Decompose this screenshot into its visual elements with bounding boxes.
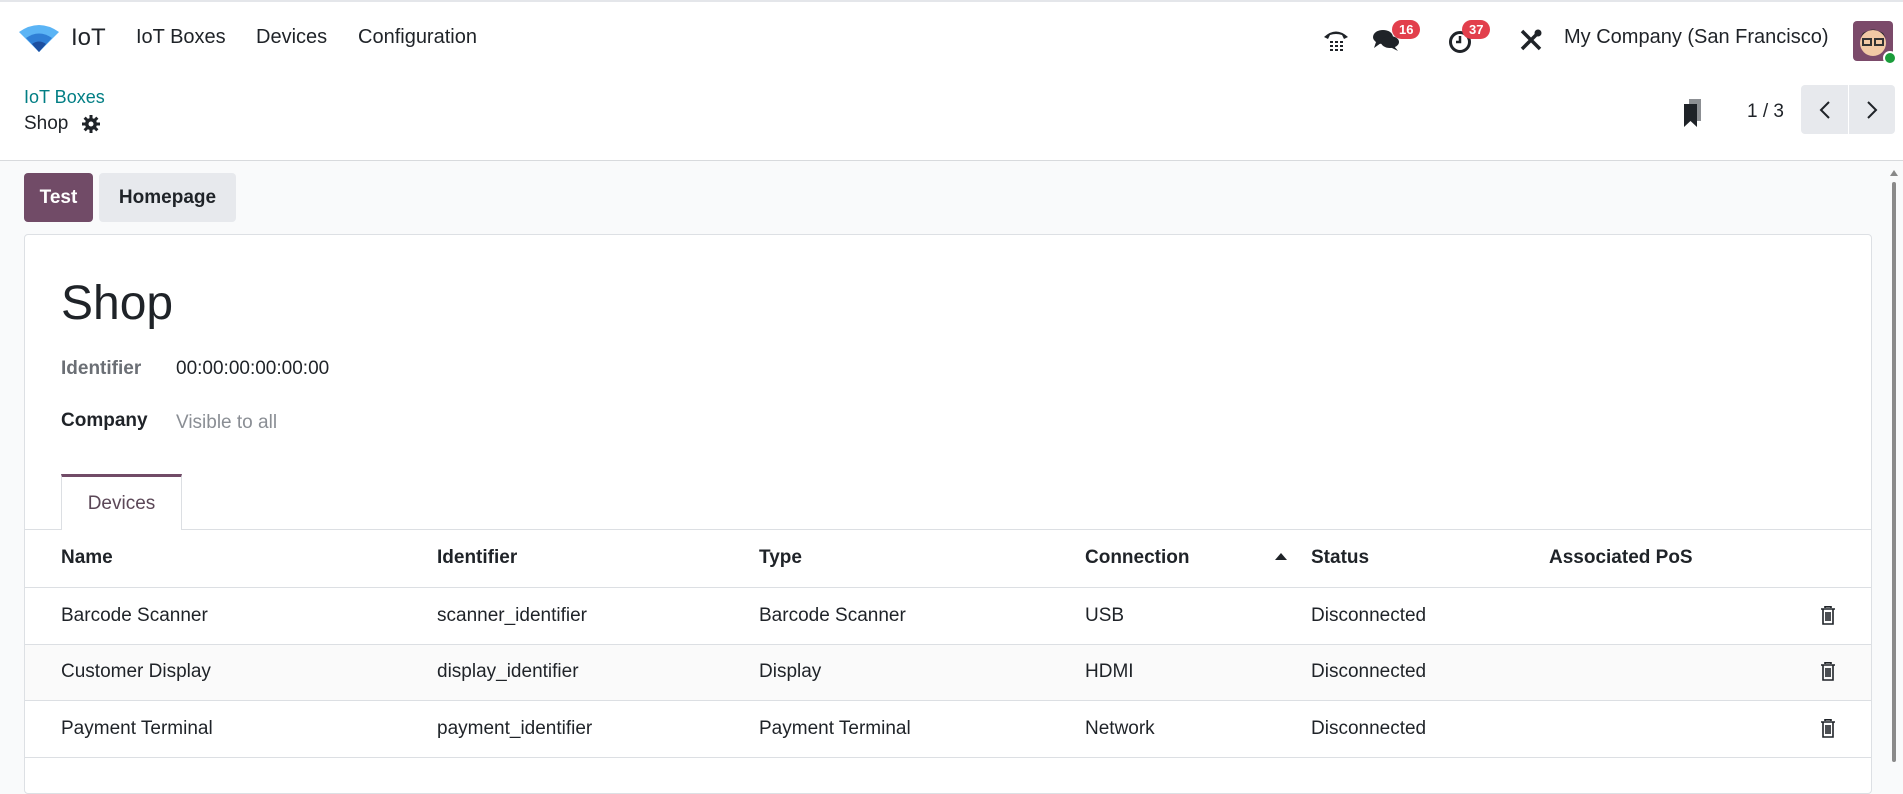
- cell-connection: USB: [1085, 605, 1125, 626]
- iot-logo-icon[interactable]: [19, 24, 59, 52]
- cell-name: Payment Terminal: [61, 718, 213, 739]
- cell-type: Payment Terminal: [759, 718, 911, 739]
- column-header-status[interactable]: Status: [1311, 547, 1369, 569]
- delete-row-trash-icon[interactable]: [1820, 719, 1836, 738]
- gear-icon[interactable]: [82, 115, 100, 133]
- scrollbar-thumb[interactable]: [1892, 182, 1896, 762]
- homepage-button[interactable]: Homepage: [99, 173, 236, 222]
- phone-icon[interactable]: [1323, 28, 1349, 52]
- menu-configuration[interactable]: Configuration: [358, 26, 477, 49]
- table-row[interactable]: [25, 588, 1871, 644]
- top-navbar: IoT IoT Boxes Devices Configuration 16 3…: [0, 0, 1903, 72]
- breadcrumb-current: Shop: [24, 113, 69, 134]
- identifier-label: Identifier: [61, 358, 142, 379]
- column-header-connection[interactable]: Connection: [1085, 547, 1190, 569]
- column-header-type[interactable]: Type: [759, 547, 802, 569]
- online-status-dot: [1883, 51, 1897, 65]
- cell-identifier: display_identifier: [437, 661, 579, 682]
- app-name[interactable]: IoT: [71, 24, 106, 52]
- cell-connection: Network: [1085, 718, 1155, 739]
- cell-name: Barcode Scanner: [61, 605, 208, 626]
- cell-identifier: payment_identifier: [437, 718, 593, 739]
- menu-devices[interactable]: Devices: [256, 26, 327, 49]
- breadcrumb-parent-link[interactable]: IoT Boxes: [24, 87, 105, 108]
- company-label: Company: [61, 410, 148, 431]
- chevron-left-icon: [1819, 100, 1830, 119]
- tools-icon[interactable]: [1520, 29, 1542, 51]
- cell-type: Display: [759, 661, 822, 682]
- company-switcher[interactable]: My Company (San Francisco): [1564, 26, 1829, 49]
- pager-next-button[interactable]: [1849, 85, 1895, 134]
- cell-connection: HDMI: [1085, 661, 1134, 682]
- delete-row-trash-icon[interactable]: [1820, 606, 1836, 625]
- cell-status: Disconnected: [1311, 605, 1427, 626]
- bookmark-icon[interactable]: [1682, 99, 1704, 127]
- sort-ascending-icon[interactable]: [1275, 552, 1287, 560]
- control-panel: IoT Boxes Shop 1 / 3: [0, 72, 1903, 161]
- record-title[interactable]: Shop: [61, 276, 173, 331]
- table-row[interactable]: [25, 645, 1871, 700]
- cell-type: Barcode Scanner: [759, 605, 906, 626]
- row-divider: [25, 757, 1871, 758]
- messages-badge: 16: [1392, 20, 1421, 39]
- company-field[interactable]: Visible to all: [176, 412, 277, 434]
- delete-row-trash-icon[interactable]: [1820, 662, 1836, 681]
- pager-previous-button[interactable]: [1801, 85, 1848, 134]
- activities-badge: 37: [1462, 20, 1491, 39]
- column-header-associated-pos[interactable]: Associated PoS: [1549, 547, 1693, 569]
- table-top-border: [25, 529, 1871, 530]
- menu-iot-boxes[interactable]: IoT Boxes: [136, 26, 226, 49]
- column-header-name[interactable]: Name: [61, 547, 113, 569]
- table-row[interactable]: [25, 701, 1871, 757]
- column-header-identifier[interactable]: Identifier: [437, 547, 517, 569]
- tab-devices[interactable]: Devices: [61, 474, 182, 530]
- cell-status: Disconnected: [1311, 718, 1427, 739]
- test-button[interactable]: Test: [24, 173, 93, 222]
- cell-status: Disconnected: [1311, 661, 1427, 682]
- page-scrollbar[interactable]: [1890, 168, 1898, 766]
- cell-name: Customer Display: [61, 661, 211, 682]
- chevron-right-icon: [1867, 100, 1878, 119]
- cell-identifier: scanner_identifier: [437, 605, 587, 626]
- user-avatar[interactable]: [1853, 21, 1897, 65]
- identifier-value[interactable]: 00:00:00:00:00:00: [176, 358, 329, 380]
- pager-value[interactable]: 1 / 3: [1747, 101, 1784, 123]
